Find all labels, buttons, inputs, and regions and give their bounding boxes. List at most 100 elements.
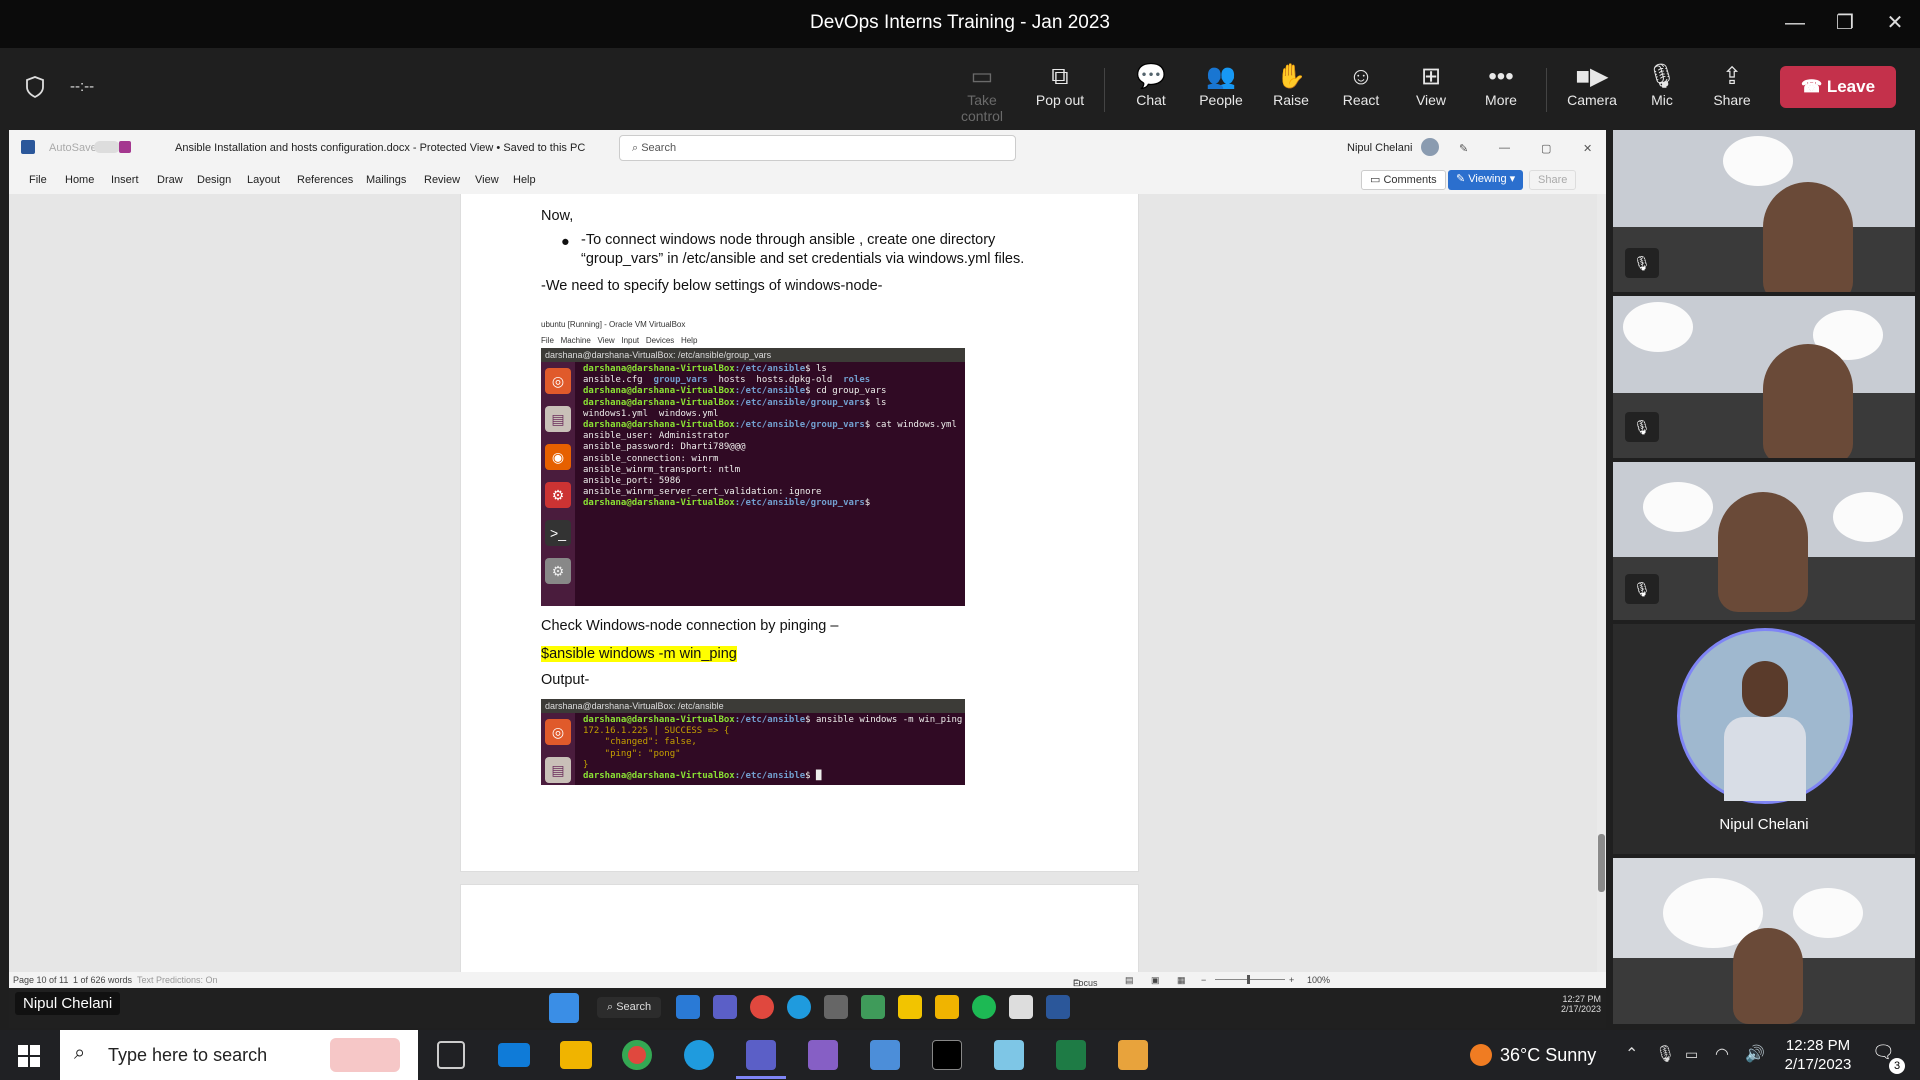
monitor-app-icon[interactable] [824, 995, 848, 1019]
terminal-output-1: darshana@darshana-VirtualBox:/etc/ansibl… [583, 364, 957, 510]
restore-button[interactable]: ❐ [1825, 8, 1865, 38]
chevron-down-icon: ▾ [1506, 173, 1516, 185]
settings-icon: ⚙ [545, 482, 571, 508]
media-app-icon[interactable] [1118, 1040, 1148, 1070]
edge-icon[interactable] [684, 1040, 714, 1070]
spotify-icon[interactable] [972, 995, 996, 1019]
web-layout-icon[interactable]: ▦ [1177, 975, 1186, 986]
participant-tile-2[interactable]: 🎙 [1613, 296, 1915, 458]
leave-button[interactable]: ☎ Leave [1780, 66, 1896, 108]
app-icon[interactable] [994, 1040, 1024, 1070]
print-layout-icon[interactable]: ▣ [1151, 975, 1160, 986]
view-button[interactable]: ⊞ View [1395, 62, 1467, 108]
menu-draw[interactable]: Draw [157, 174, 183, 186]
menu-layout[interactable]: Layout [247, 174, 280, 186]
viewing-mode-button[interactable]: ✎ Viewing ▾ [1448, 170, 1524, 190]
gear-icon: ⚙ [545, 558, 571, 584]
word-share-button[interactable]: Share [1529, 170, 1577, 190]
react-button[interactable]: ☺ React [1325, 62, 1397, 108]
people-button[interactable]: 👥 People [1185, 62, 1257, 108]
raise-hand-button[interactable]: ✋ Raise [1255, 62, 1327, 108]
file-explorer-icon[interactable] [560, 1041, 592, 1069]
menu-help[interactable]: Help [513, 174, 536, 186]
share-label: Share [1713, 92, 1751, 108]
autosave-toggle[interactable] [94, 141, 120, 153]
chevron-up-icon[interactable]: ⌃ [1625, 1044, 1638, 1064]
file-explorer-icon[interactable] [935, 995, 959, 1019]
chrome-icon[interactable] [750, 995, 774, 1019]
zoom-slider[interactable] [1215, 979, 1285, 980]
word-restore-button[interactable]: ▢ [1541, 142, 1551, 155]
participant-tile-3[interactable]: 🎙 [1613, 462, 1915, 620]
people-app-icon[interactable] [676, 995, 700, 1019]
taskbar-search[interactable]: ⌕ Search [597, 997, 662, 1018]
camera-button[interactable]: ■▶ Camera [1556, 62, 1628, 108]
menu-design[interactable]: Design [197, 174, 231, 186]
participant-tile-featured[interactable]: Nipul Chelani [1613, 624, 1915, 854]
participant-tile-5[interactable] [1613, 858, 1915, 1024]
share-button[interactable]: ⇪ Share [1696, 62, 1768, 108]
zoom-slider-thumb[interactable] [1247, 975, 1250, 984]
chrome-icon[interactable] [622, 1040, 652, 1070]
menu-review[interactable]: Review [424, 174, 460, 186]
wifi-icon[interactable]: ◠ [1715, 1044, 1729, 1064]
pen-icon[interactable]: ✎ [1459, 142, 1468, 155]
close-button[interactable]: ✕ [1875, 8, 1915, 38]
word-count[interactable]: 1 of 626 words [73, 975, 132, 985]
spreadsheet-icon[interactable] [1056, 1040, 1086, 1070]
mic-icon[interactable]: 🎙 [1655, 1044, 1675, 1064]
take-control-button[interactable]: ▭ Take control [946, 62, 1018, 124]
mic-button[interactable]: 🎙 Mic [1626, 62, 1698, 108]
avatar[interactable] [1421, 138, 1439, 156]
menu-mailings[interactable]: Mailings [366, 174, 406, 186]
menu-view[interactable]: View [475, 174, 499, 186]
terminal-icon[interactable] [932, 1040, 962, 1070]
document-title[interactable]: Ansible Installation and hosts configura… [175, 142, 585, 154]
zoom-in-button[interactable]: + [1289, 975, 1294, 985]
save-icon[interactable] [119, 141, 131, 153]
participant-tile-1[interactable]: 🎙 [1613, 130, 1915, 292]
volume-icon[interactable]: 🔊 [1745, 1044, 1765, 1064]
word-close-button[interactable]: ✕ [1583, 142, 1592, 155]
system-clock[interactable]: 12:28 PM 2/17/2023 [1772, 1036, 1864, 1074]
text-predictions[interactable]: Text Predictions: On [137, 975, 218, 985]
minimize-button[interactable]: — [1775, 8, 1815, 38]
word-minimize-button[interactable]: — [1499, 142, 1510, 154]
store-icon[interactable] [1009, 995, 1033, 1019]
edge-icon[interactable] [787, 995, 811, 1019]
mail-icon[interactable] [498, 1043, 530, 1067]
page-count[interactable]: Page 10 of 11 [13, 975, 68, 985]
comments-button[interactable]: ▭ Comments [1361, 170, 1446, 190]
battery-icon[interactable]: ▭ [1685, 1046, 1698, 1063]
sticky-notes-icon[interactable] [898, 995, 922, 1019]
excel-icon[interactable] [861, 995, 885, 1019]
participant-video [1733, 928, 1803, 1024]
ellipsis-icon: ••• [1488, 63, 1514, 90]
menu-file[interactable]: File [29, 174, 47, 186]
windows-start-icon[interactable] [18, 1045, 40, 1067]
menu-insert[interactable]: Insert [111, 174, 139, 186]
remote-app-icon[interactable] [870, 1040, 900, 1070]
zoom-out-button[interactable]: − [1201, 975, 1206, 985]
react-label: React [1342, 92, 1380, 108]
windows-start-icon[interactable] [549, 993, 579, 1023]
terminal-line: darshana@darshana-VirtualBox:/etc/ansibl… [583, 420, 957, 431]
menu-home[interactable]: Home [65, 174, 94, 186]
weather-text[interactable]: 36°C Sunny [1500, 1045, 1596, 1066]
zoom-level[interactable]: 100% [1307, 975, 1330, 985]
teams-icon[interactable] [746, 1040, 776, 1070]
word-icon[interactable] [1046, 995, 1070, 1019]
menu-references[interactable]: References [297, 174, 353, 186]
read-mode-icon[interactable]: ▤ [1125, 975, 1134, 986]
pop-out-button[interactable]: ⧉ Pop out [1024, 62, 1096, 108]
task-view-icon[interactable] [437, 1041, 465, 1069]
chat-button[interactable]: 💬 Chat [1115, 62, 1187, 108]
word-search-input[interactable]: ⌕ Search [619, 135, 1016, 161]
document-canvas[interactable]: Now, ● -To connect windows node through … [9, 194, 1597, 984]
teams-icon[interactable] [713, 995, 737, 1019]
scrollbar-thumb[interactable] [1598, 834, 1605, 892]
more-button[interactable]: ••• More [1465, 62, 1537, 108]
taskbar-search-box[interactable]: ⌕ Type here to search [60, 1030, 418, 1080]
vertical-scrollbar[interactable] [1597, 194, 1606, 972]
visual-studio-icon[interactable] [808, 1040, 838, 1070]
